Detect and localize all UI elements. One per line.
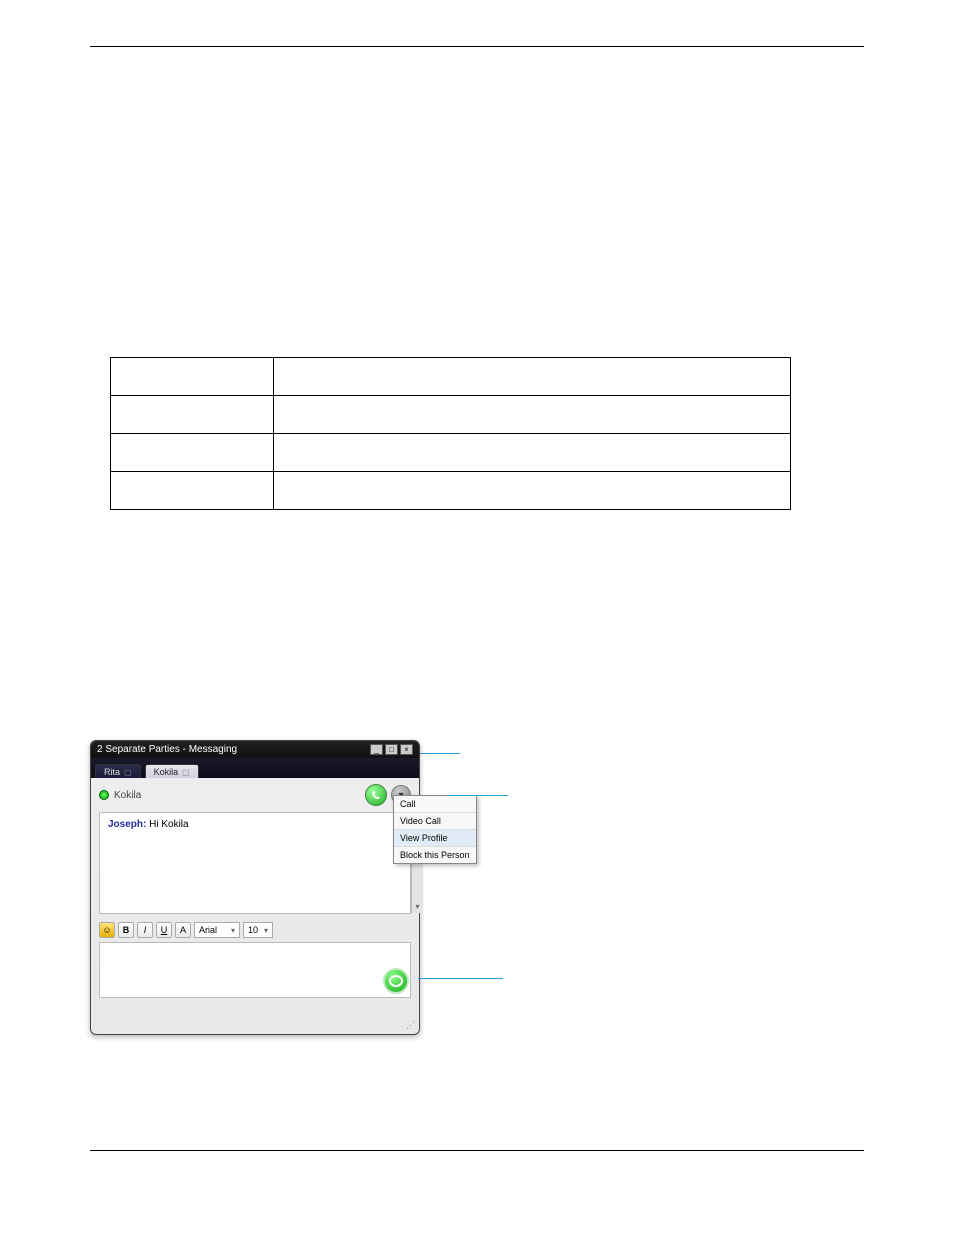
conversation-tabs: Rita ▢ Kokila ▢: [91, 758, 419, 778]
scroll-down-icon: ▾: [415, 902, 419, 911]
window-titlebar[interactable]: 2 Separate Parties - Messaging _ □ ×: [91, 741, 419, 758]
maximize-button[interactable]: □: [385, 744, 398, 755]
table-row: [111, 358, 791, 396]
table-cell: [111, 396, 274, 434]
font-size-select[interactable]: 10 ▾: [243, 922, 273, 938]
italic-button[interactable]: I: [137, 922, 153, 938]
menu-item-block[interactable]: Block this Person: [394, 847, 476, 863]
messaging-screenshot: 2 Separate Parties - Messaging _ □ × Rit…: [90, 740, 420, 1040]
tab-rita[interactable]: Rita ▢: [95, 764, 141, 778]
messaging-window: 2 Separate Parties - Messaging _ □ × Rit…: [90, 740, 420, 1035]
underline-button[interactable]: U: [156, 922, 172, 938]
call-button[interactable]: [365, 784, 387, 806]
close-button[interactable]: ×: [400, 744, 413, 755]
page-footer: [90, 1150, 864, 1157]
chevron-down-icon: ▾: [231, 926, 235, 935]
table-cell: [111, 434, 274, 472]
table-cell: [274, 396, 791, 434]
emoticon-button[interactable]: ☺: [99, 922, 115, 938]
menu-item-label: Call: [400, 799, 416, 809]
font-family-value: Arial: [199, 925, 217, 935]
phone-icon: [371, 790, 382, 801]
resize-grip-icon[interactable]: ⋰: [406, 1020, 415, 1031]
send-button[interactable]: [383, 968, 409, 994]
message-author: Joseph:: [108, 819, 146, 830]
table-row: [111, 472, 791, 510]
compose-input[interactable]: [99, 942, 411, 998]
table-row: [111, 434, 791, 472]
bold-button[interactable]: B: [118, 922, 134, 938]
section-spacer-top: [90, 77, 864, 357]
tab-close-icon[interactable]: ▢: [182, 768, 190, 777]
menu-item-label: View Profile: [400, 833, 447, 843]
contact-name: Kokila: [114, 790, 141, 801]
tab-close-icon[interactable]: ▢: [124, 768, 132, 777]
font-size-value: 10: [248, 925, 258, 935]
annotation-line-send: [418, 978, 503, 979]
format-toolbar: ☺ B I U A Arial ▾ 10 ▾: [99, 922, 411, 938]
font-family-select[interactable]: Arial ▾: [194, 922, 240, 938]
table-row: [111, 396, 791, 434]
icon-table: [110, 357, 791, 510]
table-cell: [111, 472, 274, 510]
menu-item-view-profile[interactable]: View Profile: [394, 830, 476, 847]
page-header: [90, 40, 864, 47]
presence-available-icon: [99, 790, 109, 800]
chat-transcript: Joseph: Hi Kokila ▾: [99, 812, 411, 914]
tab-kokila[interactable]: Kokila ▢: [145, 764, 199, 778]
menu-item-label: Video Call: [400, 816, 441, 826]
table-cell: [274, 358, 791, 396]
message-text: Hi Kokila: [149, 819, 188, 830]
table-cell: [111, 358, 274, 396]
window-title: 2 Separate Parties - Messaging: [97, 744, 237, 755]
annotation-line-view-profile: [448, 795, 508, 796]
menu-item-call[interactable]: Call: [394, 796, 476, 813]
tab-label: Kokila: [154, 767, 179, 777]
minimize-button[interactable]: _: [370, 744, 383, 755]
chevron-down-icon: ▾: [264, 926, 268, 935]
menu-item-label: Block this Person: [400, 850, 470, 860]
menu-item-video-call[interactable]: Video Call: [394, 813, 476, 830]
font-color-button[interactable]: A: [175, 922, 191, 938]
contact-context-menu: Call Video Call View Profile Block this …: [393, 795, 477, 864]
chat-bubble-icon: [389, 975, 403, 987]
chat-header: Kokila ▾: [91, 778, 419, 812]
tab-label: Rita: [104, 767, 120, 777]
section-spacer-mid: [90, 510, 864, 730]
table-cell: [274, 472, 791, 510]
table-cell: [274, 434, 791, 472]
